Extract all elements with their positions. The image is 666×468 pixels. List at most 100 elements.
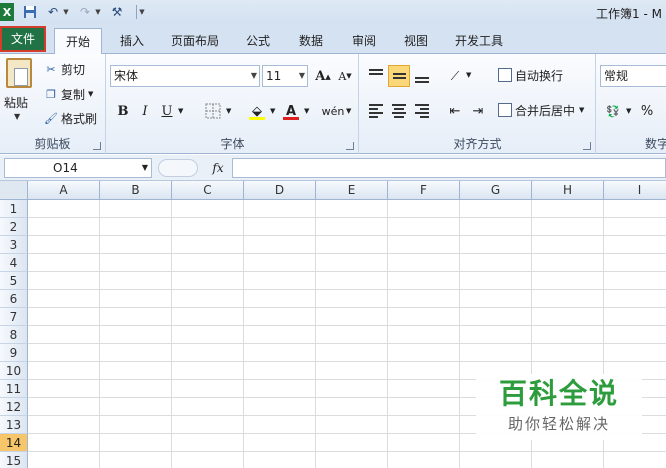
phonetic-dropdown-icon[interactable]: ▼ bbox=[346, 107, 351, 115]
row-header-12[interactable]: 12 bbox=[0, 398, 28, 416]
orientation-button[interactable]: ⟋ bbox=[444, 65, 466, 87]
row-header-2[interactable]: 2 bbox=[0, 218, 28, 236]
bottom-align-button[interactable] bbox=[411, 65, 433, 87]
italic-button[interactable]: I bbox=[134, 100, 156, 122]
tab-home[interactable]: 开始 bbox=[54, 28, 102, 55]
row-header-6[interactable]: 6 bbox=[0, 290, 28, 308]
row-header-1[interactable]: 1 bbox=[0, 200, 28, 218]
clipboard-launcher-icon[interactable] bbox=[93, 142, 101, 150]
column-header-a[interactable]: A bbox=[28, 181, 100, 200]
column-header-i[interactable]: I bbox=[604, 181, 666, 200]
redo-icon[interactable]: ↷ bbox=[78, 3, 92, 21]
cut-label: 剪切 bbox=[61, 62, 86, 77]
paste-icon[interactable] bbox=[6, 58, 32, 88]
copy-dropdown-icon[interactable]: ▼ bbox=[88, 90, 93, 98]
underline-dropdown-icon[interactable]: ▼ bbox=[178, 107, 183, 115]
phonetic-icon: wén bbox=[321, 104, 345, 118]
bold-button[interactable]: B bbox=[112, 100, 134, 122]
paste-button[interactable]: 粘贴 bbox=[4, 94, 28, 111]
align-left-button[interactable] bbox=[365, 100, 387, 122]
tab-page-layout[interactable]: 页面布局 bbox=[163, 28, 227, 54]
column-header-b[interactable]: B bbox=[100, 181, 172, 200]
formula-input[interactable] bbox=[232, 158, 666, 178]
row-header-13[interactable]: 13 bbox=[0, 416, 28, 434]
borders-button[interactable] bbox=[202, 100, 224, 122]
cut-button[interactable]: ✂ 剪切 bbox=[44, 59, 85, 79]
underline-button[interactable]: U bbox=[156, 100, 178, 122]
shrink-font-button[interactable]: A ▼ bbox=[334, 65, 356, 87]
merge-center-label: 合并后居中 bbox=[515, 103, 576, 118]
name-box[interactable]: O14 ▼ bbox=[4, 158, 152, 178]
tab-data[interactable]: 数据 bbox=[289, 28, 333, 54]
row-header-14[interactable]: 14 bbox=[0, 434, 28, 452]
alignment-launcher-icon[interactable] bbox=[583, 142, 591, 150]
phonetic-button[interactable]: wén bbox=[321, 100, 345, 122]
grid-row-line bbox=[28, 289, 666, 290]
shrink-font-icon: A bbox=[338, 69, 347, 83]
tab-developer[interactable]: 开发工具 bbox=[446, 28, 512, 54]
font-size-select[interactable]: 11 ▼ bbox=[262, 65, 308, 87]
merge-dropdown-icon[interactable]: ▼ bbox=[579, 106, 584, 114]
column-header-f[interactable]: F bbox=[388, 181, 460, 200]
row-header-8[interactable]: 8 bbox=[0, 326, 28, 344]
grow-font-button[interactable]: A ▲ bbox=[312, 65, 334, 87]
undo-dropdown-icon[interactable]: ▼ bbox=[62, 3, 70, 21]
row-header-7[interactable]: 7 bbox=[0, 308, 28, 326]
paste-dropdown-icon[interactable]: ▼ bbox=[14, 112, 20, 121]
tab-view[interactable]: 视图 bbox=[394, 28, 438, 54]
column-header-e[interactable]: E bbox=[316, 181, 388, 200]
copy-button[interactable]: ❐ 复制 ▼ bbox=[44, 84, 93, 104]
format-painter-button[interactable]: 🖌 格式刷 bbox=[44, 108, 97, 128]
accounting-dropdown-icon[interactable]: ▼ bbox=[626, 107, 631, 115]
brush-icon: 🖌 bbox=[44, 111, 58, 125]
insert-function-button[interactable]: fx bbox=[208, 158, 228, 178]
percent-button[interactable]: % bbox=[636, 100, 658, 122]
tab-file[interactable]: 文件 bbox=[0, 26, 46, 52]
align-center-button[interactable] bbox=[388, 100, 410, 122]
wrap-text-button[interactable]: 自动换行 bbox=[498, 65, 563, 85]
tab-formulas[interactable]: 公式 bbox=[236, 28, 280, 54]
font-color-button[interactable]: A bbox=[280, 100, 302, 122]
middle-align-button[interactable] bbox=[388, 65, 410, 87]
align-right-button[interactable] bbox=[411, 100, 433, 122]
row-header-5[interactable]: 5 bbox=[0, 272, 28, 290]
top-align-button[interactable] bbox=[365, 65, 387, 87]
row-header-15[interactable]: 15 bbox=[0, 452, 28, 468]
quick-access-more-icon[interactable]: ▼ bbox=[138, 3, 146, 21]
merge-center-button[interactable]: 合并后居中 ▼ bbox=[498, 100, 584, 120]
number-format-select[interactable]: 常规 bbox=[600, 65, 666, 87]
accounting-format-button[interactable]: 💱 bbox=[602, 100, 624, 122]
undo-icon[interactable]: ↶ bbox=[46, 3, 60, 21]
formula-bar-handle[interactable] bbox=[158, 159, 198, 177]
row-header-4[interactable]: 4 bbox=[0, 254, 28, 272]
column-header-h[interactable]: H bbox=[532, 181, 604, 200]
orientation-dropdown-icon[interactable]: ▼ bbox=[466, 71, 471, 79]
merge-center-icon bbox=[498, 103, 512, 117]
row-header-10[interactable]: 10 bbox=[0, 362, 28, 380]
fill-color-button[interactable]: ⬙ bbox=[246, 100, 268, 122]
column-header-g[interactable]: G bbox=[460, 181, 532, 200]
decrease-indent-button[interactable]: ⇤ bbox=[444, 100, 466, 122]
grid-column-line bbox=[243, 200, 244, 468]
column-header-d[interactable]: D bbox=[244, 181, 316, 200]
fill-color-dropdown-icon[interactable]: ▼ bbox=[270, 107, 275, 115]
select-all-corner[interactable] bbox=[0, 181, 28, 200]
save-icon[interactable] bbox=[22, 3, 38, 21]
copy-label: 复制 bbox=[61, 87, 86, 102]
currency-icon: 💱 bbox=[606, 104, 620, 118]
customize-tool-icon[interactable]: ⚒ bbox=[108, 3, 126, 21]
row-header-11[interactable]: 11 bbox=[0, 380, 28, 398]
font-launcher-icon[interactable] bbox=[346, 142, 354, 150]
font-color-dropdown-icon[interactable]: ▼ bbox=[304, 107, 309, 115]
borders-dropdown-icon[interactable]: ▼ bbox=[226, 107, 231, 115]
row-header-3[interactable]: 3 bbox=[0, 236, 28, 254]
excel-app-icon[interactable]: X bbox=[0, 3, 14, 21]
grid-column-line bbox=[99, 200, 100, 468]
tab-review[interactable]: 审阅 bbox=[342, 28, 386, 54]
column-header-c[interactable]: C bbox=[172, 181, 244, 200]
font-name-select[interactable]: 宋体 ▼ bbox=[110, 65, 260, 87]
row-header-9[interactable]: 9 bbox=[0, 344, 28, 362]
redo-dropdown-icon[interactable]: ▼ bbox=[94, 3, 102, 21]
increase-indent-button[interactable]: ⇥ bbox=[467, 100, 489, 122]
tab-insert[interactable]: 插入 bbox=[110, 28, 154, 54]
